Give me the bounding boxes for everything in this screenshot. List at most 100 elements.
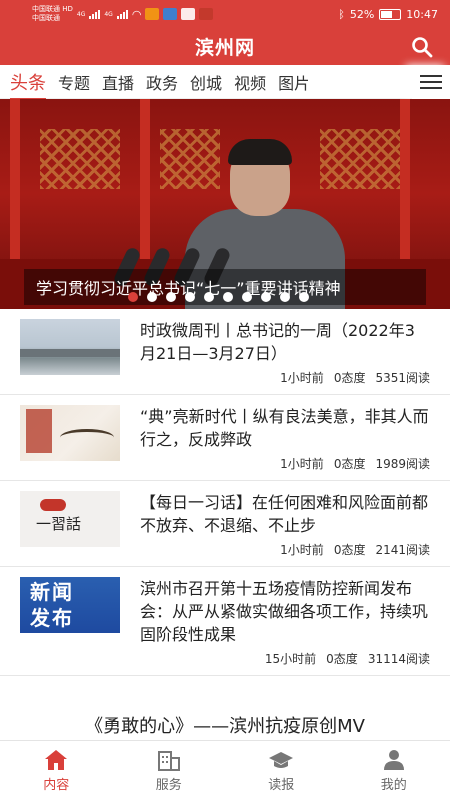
news-time: 15小时前	[264, 652, 317, 666]
news-thumbnail	[20, 319, 120, 375]
news-item[interactable]: 新闻 发布 滨州市召开第十五场疫情防控新闻发布会：从严从紧做实做细各项工作，持续…	[0, 567, 450, 676]
clock: 10:47	[406, 7, 438, 21]
carousel-dot[interactable]	[223, 292, 233, 302]
title-bar: 滨州网	[0, 28, 450, 65]
nav-read-paper[interactable]: 读报	[225, 741, 338, 800]
carousel-dot[interactable]	[242, 292, 252, 302]
carousel-dots	[128, 292, 309, 302]
battery-icon	[379, 8, 402, 20]
status-left: 中国联通 HD 中国联通 4G 4G ◠	[32, 5, 214, 23]
hd-badge: HD	[62, 5, 73, 13]
news-content: 时政微周刊丨总书记的一周（2022年3月21日—3月27日） 1小时前 0态度 53…	[140, 319, 430, 386]
news-item[interactable]: 一習話 【每日一习话】在任何困难和风险面前都不放弃、不退缩、不止步 1小时前 0态…	[0, 481, 450, 567]
network-2: 4G	[104, 10, 113, 18]
news-content: 滨州市召开第十五场疫情防控新闻发布会：从严从紧做实做细各项工作，持续巩固阶段性成…	[140, 577, 430, 667]
news-notification-icon	[181, 8, 196, 20]
tab-government[interactable]: 政务	[146, 70, 178, 94]
top-header: 中国联通 HD 中国联通 4G 4G ◠ ᛒ 52% 10:47 滨州网	[0, 0, 450, 65]
news-meta: 1小时前 0态度 1989阅读	[140, 455, 430, 472]
carrier-1: 中国联通	[32, 5, 60, 13]
news-title: 【每日一习话】在任何困难和风险面前都不放弃、不退缩、不止步	[140, 493, 429, 535]
news-reads: 1989阅读	[375, 457, 430, 471]
carousel-dot[interactable]	[204, 292, 214, 302]
news-title: “典”亮新时代丨纵有良法美意，非其人而行之，反成弊政	[140, 407, 429, 449]
nav-label: 服务	[155, 778, 182, 793]
battery-percent: 52%	[349, 7, 375, 21]
banner-lattice	[320, 129, 400, 189]
tab-headline[interactable]: 头条	[10, 69, 46, 101]
banner-lattice	[160, 129, 220, 189]
thumbnail-text-line-1: 新闻	[30, 580, 74, 604]
status-bar: 中国联通 HD 中国联通 4G 4G ◠ ᛒ 52% 10:47	[0, 0, 450, 28]
news-time: 1小时前	[280, 457, 324, 471]
nav-mine[interactable]: 我的	[338, 741, 450, 800]
menu-icon[interactable]	[412, 65, 450, 99]
news-thumbnail	[20, 405, 120, 461]
banner-carousel[interactable]: 学习贯彻习近平总书记“七一”重要讲话精神	[0, 99, 450, 309]
news-attitude: 0态度	[326, 652, 358, 666]
tab-civilized-city[interactable]: 创城	[190, 70, 222, 94]
banner-figure-hair	[228, 139, 292, 165]
nav-content[interactable]: 内容	[0, 741, 113, 800]
news-attitude: 0态度	[333, 457, 366, 471]
channel-tabs: 头条 专题 直播 政务 创城 视频 图片	[0, 65, 450, 101]
building-icon	[157, 751, 180, 771]
news-meta: 1小时前 0态度 5351阅读	[140, 369, 430, 386]
carousel-dot[interactable]	[185, 292, 195, 302]
thumbnail-badge	[40, 499, 66, 511]
thumbnail-text: 一習話	[36, 515, 82, 533]
tab-video[interactable]: 视频	[234, 70, 266, 94]
news-list: 时政微周刊丨总书记的一周（2022年3月21日—3月27日） 1小时前 0态度 53…	[0, 309, 450, 676]
nav-label: 读报	[268, 778, 295, 793]
news-attitude: 0态度	[333, 371, 366, 385]
news-title: 滨州市召开第十五场疫情防控新闻发布会：从严从紧做实做细各项工作，持续巩固阶段性成…	[140, 579, 429, 644]
carrier-labels: 中国联通 HD 中国联通	[32, 5, 73, 23]
carousel-dot[interactable]	[261, 292, 271, 302]
nav-label: 内容	[43, 778, 70, 793]
news-thumbnail: 新闻 发布	[20, 577, 120, 633]
signal-icon-2	[116, 9, 128, 19]
news-item[interactable]: 时政微周刊丨总书记的一周（2022年3月21日—3月27日） 1小时前 0态度 53…	[0, 309, 450, 395]
news-thumbnail: 一習話	[20, 491, 120, 547]
news-meta: 15小时前 0态度 31114阅读	[140, 650, 430, 667]
message-notification-icon	[199, 8, 214, 20]
nav-services[interactable]: 服务	[113, 741, 226, 800]
tab-topics[interactable]: 专题	[58, 70, 90, 94]
app-title: 滨州网	[194, 37, 255, 59]
news-meta: 1小时前 0态度 2141阅读	[140, 541, 430, 558]
bluetooth-icon: ᛒ	[338, 7, 345, 21]
search-icon[interactable]	[410, 35, 434, 59]
app-notification-icon	[163, 8, 178, 20]
news-time: 1小时前	[280, 371, 324, 385]
user-icon	[383, 750, 404, 770]
news-time: 1小时前	[280, 543, 324, 557]
nav-label: 我的	[380, 778, 407, 793]
news-title: 时政微周刊丨总书记的一周（2022年3月21日—3月27日）	[140, 321, 415, 363]
signal-icon	[89, 9, 101, 19]
status-right: ᛒ 52% 10:47	[338, 8, 438, 21]
carousel-dot[interactable]	[280, 292, 290, 302]
news-attitude: 0态度	[333, 543, 366, 557]
news-reads: 31114阅读	[367, 652, 430, 666]
news-reads: 5351阅读	[375, 371, 430, 385]
news-reads: 2141阅读	[375, 543, 430, 557]
thumbnail-text-line-2: 发布	[30, 606, 74, 630]
wifi-icon: ◠	[131, 7, 142, 21]
tab-pictures[interactable]: 图片	[278, 70, 308, 94]
banner-lattice	[40, 129, 120, 189]
news-item[interactable]: “典”亮新时代丨纵有良法美意，非其人而行之，反成弊政 1小时前 0态度 1989阅读	[0, 395, 450, 481]
bottom-nav: 内容 服务 读报 我的	[0, 740, 450, 800]
tab-live[interactable]: 直播	[102, 70, 134, 94]
news-content: “典”亮新时代丨纵有良法美意，非其人而行之，反成弊政 1小时前 0态度 1989阅读	[140, 405, 430, 472]
carrier-2: 中国联通	[32, 14, 60, 22]
home-icon	[45, 750, 68, 770]
news-content: 【每日一习话】在任何困难和风险面前都不放弃、不退缩、不止步 1小时前 0态度 214…	[140, 491, 430, 558]
notification-icon	[145, 8, 160, 20]
carousel-dot[interactable]	[299, 292, 309, 302]
carousel-dot[interactable]	[166, 292, 176, 302]
network-1: 4G	[76, 10, 86, 18]
video-title[interactable]: 《勇敢的心》——滨州抗疫原创MV	[0, 712, 450, 738]
graduation-cap-icon	[269, 752, 294, 768]
carousel-dot[interactable]	[147, 292, 157, 302]
carousel-dot[interactable]	[128, 292, 138, 302]
